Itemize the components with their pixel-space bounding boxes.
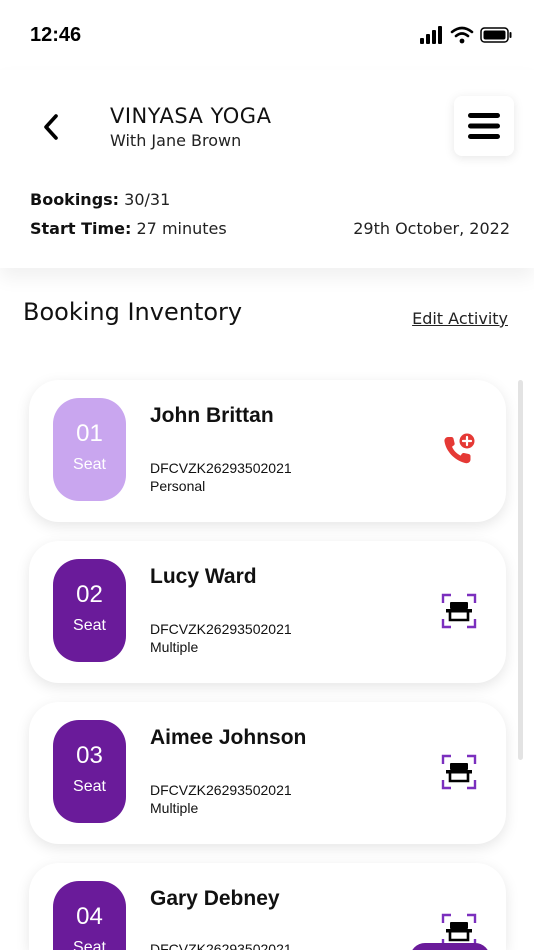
back-button[interactable] — [34, 110, 68, 144]
status-time: 12:46 — [30, 24, 82, 46]
booking-code: DFCVZK26293502021 — [150, 782, 292, 798]
edit-activity-link[interactable]: Edit Activity — [412, 309, 508, 328]
call-button[interactable] — [439, 430, 479, 470]
seat-badge: 01 Seat — [53, 398, 126, 501]
seat-label: Seat — [73, 617, 106, 634]
hamburger-menu-icon — [468, 113, 500, 139]
status-bar: 12:46 — [0, 0, 534, 70]
seat-label: Seat — [73, 778, 106, 795]
start-time-label: Start Time: — [30, 219, 132, 238]
battery-icon — [480, 27, 512, 43]
seat-number: 02 — [76, 581, 103, 608]
booking-type: Personal — [150, 478, 206, 494]
status-icons — [420, 26, 512, 44]
class-header: VINYASA YOGA With Jane Brown Bookings: 3… — [0, 70, 534, 268]
bookings-count: Bookings: 30/31 — [30, 190, 170, 209]
signal-icon — [420, 26, 442, 44]
chevron-left-icon — [44, 114, 58, 140]
seat-badge: 04 Seat — [53, 881, 126, 950]
class-date: 29th October, 2022 — [353, 219, 510, 238]
guest-name: John Brittan — [150, 404, 274, 427]
start-time: Start Time: 27 minutes — [30, 219, 227, 238]
scrollbar[interactable] — [518, 380, 523, 760]
seat-number: 04 — [76, 903, 103, 930]
booking-card[interactable]: 02 Seat Lucy Ward DFCVZK26293502021 Mult… — [29, 541, 506, 683]
start-time-value: 27 minutes — [136, 219, 227, 238]
instructor-subtitle: With Jane Brown — [110, 131, 242, 150]
booking-type: Multiple — [150, 800, 199, 816]
class-title: VINYASA YOGA — [110, 104, 272, 128]
booking-card[interactable]: 03 Seat Aimee Johnson DFCVZK26293502021 … — [29, 702, 506, 844]
booking-type: Multiple — [150, 639, 199, 655]
phone-add-icon — [444, 433, 475, 464]
wifi-icon — [450, 26, 474, 44]
bookings-label: Bookings: — [30, 190, 120, 209]
booking-code: DFCVZK26293502021 — [150, 621, 292, 637]
seat-badge: 03 Seat — [53, 720, 126, 823]
scan-icon — [441, 754, 477, 790]
seat-number: 03 — [76, 742, 103, 769]
floating-action-button[interactable] — [410, 943, 490, 950]
seat-number: 01 — [76, 420, 103, 447]
booking-card[interactable]: 04 Seat Gary Debney DFCVZK26293502021 — [29, 863, 506, 950]
menu-button[interactable] — [454, 96, 514, 156]
booking-code: DFCVZK26293502021 — [150, 941, 292, 950]
bookings-value: 30/31 — [124, 190, 171, 209]
scan-button[interactable] — [439, 752, 479, 792]
guest-name: Lucy Ward — [150, 565, 257, 588]
booking-code: DFCVZK26293502021 — [150, 460, 292, 476]
scan-icon — [441, 593, 477, 629]
seat-label: Seat — [73, 939, 106, 950]
guest-name: Aimee Johnson — [150, 726, 307, 749]
booking-card[interactable]: 01 Seat John Brittan DFCVZK26293502021 P… — [29, 380, 506, 522]
section-title: Booking Inventory — [23, 298, 243, 326]
seat-badge: 02 Seat — [53, 559, 126, 662]
scan-button[interactable] — [439, 591, 479, 631]
seat-label: Seat — [73, 456, 106, 473]
guest-name: Gary Debney — [150, 887, 280, 910]
